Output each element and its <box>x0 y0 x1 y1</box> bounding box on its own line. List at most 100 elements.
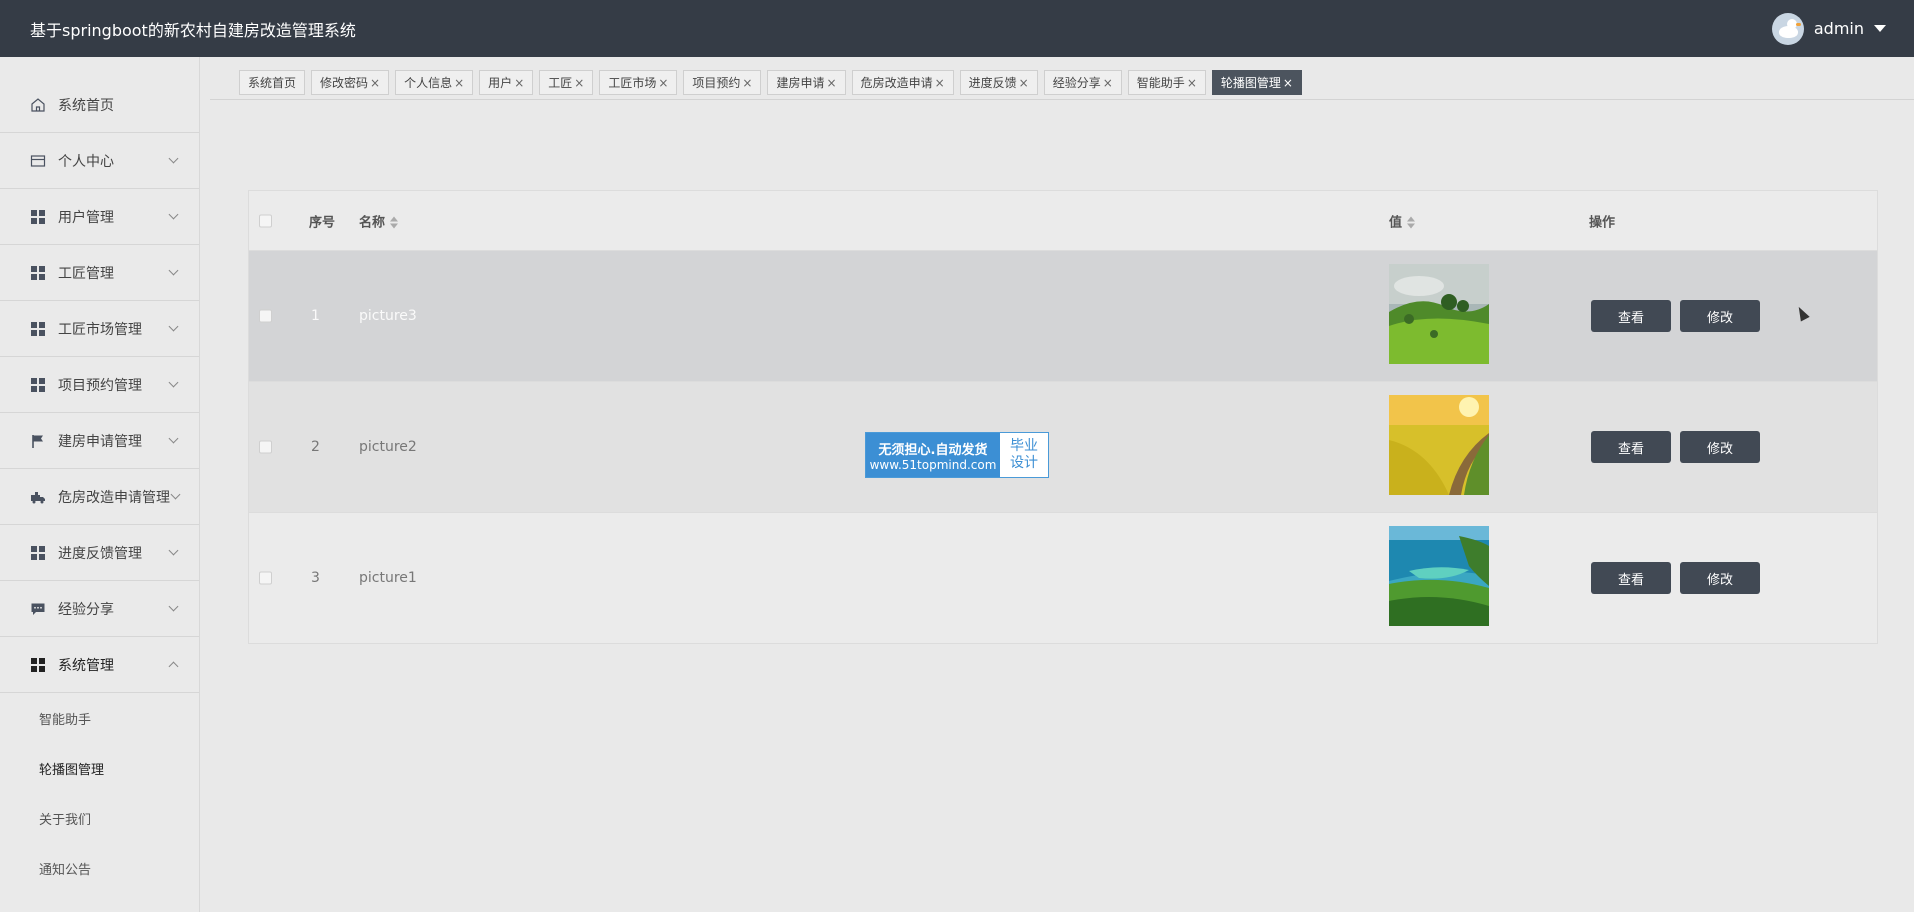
close-icon[interactable]: × <box>1103 76 1113 90</box>
tab-bar: 系统首页 修改密码 × 个人信息 × 用户 × 工匠 × 工匠市场 × 项目预约 × 建房申… <box>210 57 1914 100</box>
sidebar-item-home[interactable]: 系统首页 <box>0 77 199 133</box>
close-icon[interactable]: × <box>827 76 837 90</box>
tab-craftsman[interactable]: 工匠 × <box>539 70 594 95</box>
tab-experience-sharing[interactable]: 经验分享 × <box>1043 70 1122 95</box>
sidebar-item-label: 经验分享 <box>58 601 114 618</box>
close-icon[interactable]: × <box>1187 76 1197 90</box>
tab-home[interactable]: 系统首页 <box>239 70 306 95</box>
chevron-down-icon <box>168 377 179 388</box>
row-checkbox[interactable] <box>259 571 272 585</box>
watermark-badge: 无须担心.自动发货 www.51topmind.com 毕业 设计 <box>865 432 1049 478</box>
grid-icon <box>30 265 46 281</box>
chevron-down-icon <box>168 545 179 556</box>
sidebar-item-personal-center[interactable]: 个人中心 <box>0 133 199 189</box>
close-icon[interactable]: × <box>742 76 752 90</box>
header-value-label: 值 <box>1389 215 1403 230</box>
tab-craftsman-market[interactable]: 工匠市场 × <box>599 70 678 95</box>
close-icon[interactable]: × <box>454 76 464 90</box>
row-name: picture2 <box>359 439 417 455</box>
sort-icon[interactable] <box>1407 216 1416 229</box>
tab-label: 轮播图管理 <box>1220 76 1281 90</box>
sidebar: 系统首页 个人中心 用户管理 工匠管理 工匠市场管理 项目预约管理 建房申请管理 <box>0 57 200 912</box>
edit-button[interactable]: 修改 <box>1680 562 1760 594</box>
row-checkbox[interactable] <box>259 440 272 454</box>
tab-build-application[interactable]: 建房申请 × <box>767 70 846 95</box>
sidebar-item-craftsman-management[interactable]: 工匠管理 <box>0 245 199 301</box>
home-icon <box>30 97 46 113</box>
table-row[interactable]: 2 picture2 查看 修改 <box>249 382 1877 513</box>
flag-icon <box>30 433 46 449</box>
row-checkbox[interactable] <box>259 309 272 323</box>
view-button[interactable]: 查看 <box>1591 300 1671 332</box>
sidebar-item-renovation-application[interactable]: 危房改造申请管理 <box>0 469 199 525</box>
sidebar-item-user-management[interactable]: 用户管理 <box>0 189 199 245</box>
edit-button[interactable]: 修改 <box>1680 431 1760 463</box>
submenu-item-notice[interactable]: 通知公告 <box>0 843 199 893</box>
sidebar-item-build-application[interactable]: 建房申请管理 <box>0 413 199 469</box>
chevron-down-icon <box>168 321 179 332</box>
user-menu[interactable]: admin <box>1771 12 1886 45</box>
header-name[interactable]: 名称 <box>359 211 399 230</box>
watermark-right1: 毕业 <box>1010 438 1038 454</box>
submenu-item-carousel[interactable]: 轮播图管理 <box>0 743 199 793</box>
close-icon[interactable]: × <box>658 76 668 90</box>
tab-carousel-management[interactable]: 轮播图管理 × <box>1211 70 1302 95</box>
submenu-item-assistant[interactable]: 智能助手 <box>0 693 199 743</box>
chevron-down-icon <box>168 433 179 444</box>
sidebar-item-label: 系统管理 <box>58 657 114 674</box>
close-icon[interactable]: × <box>514 76 524 90</box>
truck-icon <box>30 489 46 505</box>
sidebar-item-project-booking[interactable]: 项目预约管理 <box>0 357 199 413</box>
close-icon[interactable]: × <box>574 76 584 90</box>
tab-user[interactable]: 用户 × <box>479 70 534 95</box>
tab-label: 修改密码 <box>320 76 369 90</box>
tab-label: 系统首页 <box>248 76 297 90</box>
select-all-checkbox[interactable] <box>259 214 272 227</box>
close-icon[interactable]: × <box>1019 76 1029 90</box>
caret-down-icon[interactable] <box>1874 25 1886 32</box>
row-index: 1 <box>311 308 320 324</box>
sidebar-item-label: 工匠管理 <box>58 265 114 282</box>
view-button[interactable]: 查看 <box>1591 431 1671 463</box>
close-icon[interactable]: × <box>370 76 380 90</box>
tab-change-password[interactable]: 修改密码 × <box>311 70 390 95</box>
username[interactable]: admin <box>1814 19 1864 38</box>
tab-personal-info[interactable]: 个人信息 × <box>395 70 474 95</box>
header-name-label: 名称 <box>359 215 386 230</box>
table-row[interactable]: 1 picture3 查看 修改 <box>249 251 1877 382</box>
tab-progress-feedback[interactable]: 进度反馈 × <box>959 70 1038 95</box>
sidebar-item-experience-sharing[interactable]: 经验分享 <box>0 581 199 637</box>
tab-label: 工匠市场 <box>608 76 657 90</box>
edit-button[interactable]: 修改 <box>1680 300 1760 332</box>
tab-assistant[interactable]: 智能助手 × <box>1127 70 1206 95</box>
sidebar-item-system-management[interactable]: 系统管理 <box>0 637 199 693</box>
app-title: 基于springboot的新农村自建房改造管理系统 <box>30 20 356 40</box>
chevron-down-icon <box>170 489 181 500</box>
view-button[interactable]: 查看 <box>1591 562 1671 594</box>
tab-renovation-application[interactable]: 危房改造申请 × <box>851 70 954 95</box>
card-icon <box>30 153 46 169</box>
top-header: 基于springboot的新农村自建房改造管理系统 admin <box>0 0 1914 57</box>
chevron-down-icon <box>168 209 179 220</box>
sidebar-item-craftsman-market[interactable]: 工匠市场管理 <box>0 301 199 357</box>
close-icon[interactable]: × <box>1283 76 1293 90</box>
row-thumbnail[interactable] <box>1389 264 1489 368</box>
tab-project-booking[interactable]: 项目预约 × <box>683 70 762 95</box>
close-icon[interactable]: × <box>935 76 945 90</box>
chevron-down-icon <box>168 601 179 612</box>
row-thumbnail[interactable] <box>1389 395 1489 499</box>
submenu-item-about[interactable]: 关于我们 <box>0 793 199 843</box>
tab-label: 经验分享 <box>1052 76 1101 90</box>
sort-icon[interactable] <box>390 216 399 229</box>
sidebar-item-label: 用户管理 <box>58 209 114 226</box>
grid-icon <box>30 321 46 337</box>
system-submenu: 智能助手 轮播图管理 关于我们 通知公告 <box>0 693 199 893</box>
chat-icon <box>30 601 46 617</box>
sidebar-item-progress-feedback[interactable]: 进度反馈管理 <box>0 525 199 581</box>
tab-label: 危房改造申请 <box>860 76 933 90</box>
watermark-line1: 无须担心.自动发货 <box>878 442 988 458</box>
row-thumbnail[interactable] <box>1389 526 1489 630</box>
header-value[interactable]: 值 <box>1389 211 1416 230</box>
avatar[interactable] <box>1771 12 1804 45</box>
table-row[interactable]: 3 picture1 查看 修改 <box>249 513 1877 644</box>
